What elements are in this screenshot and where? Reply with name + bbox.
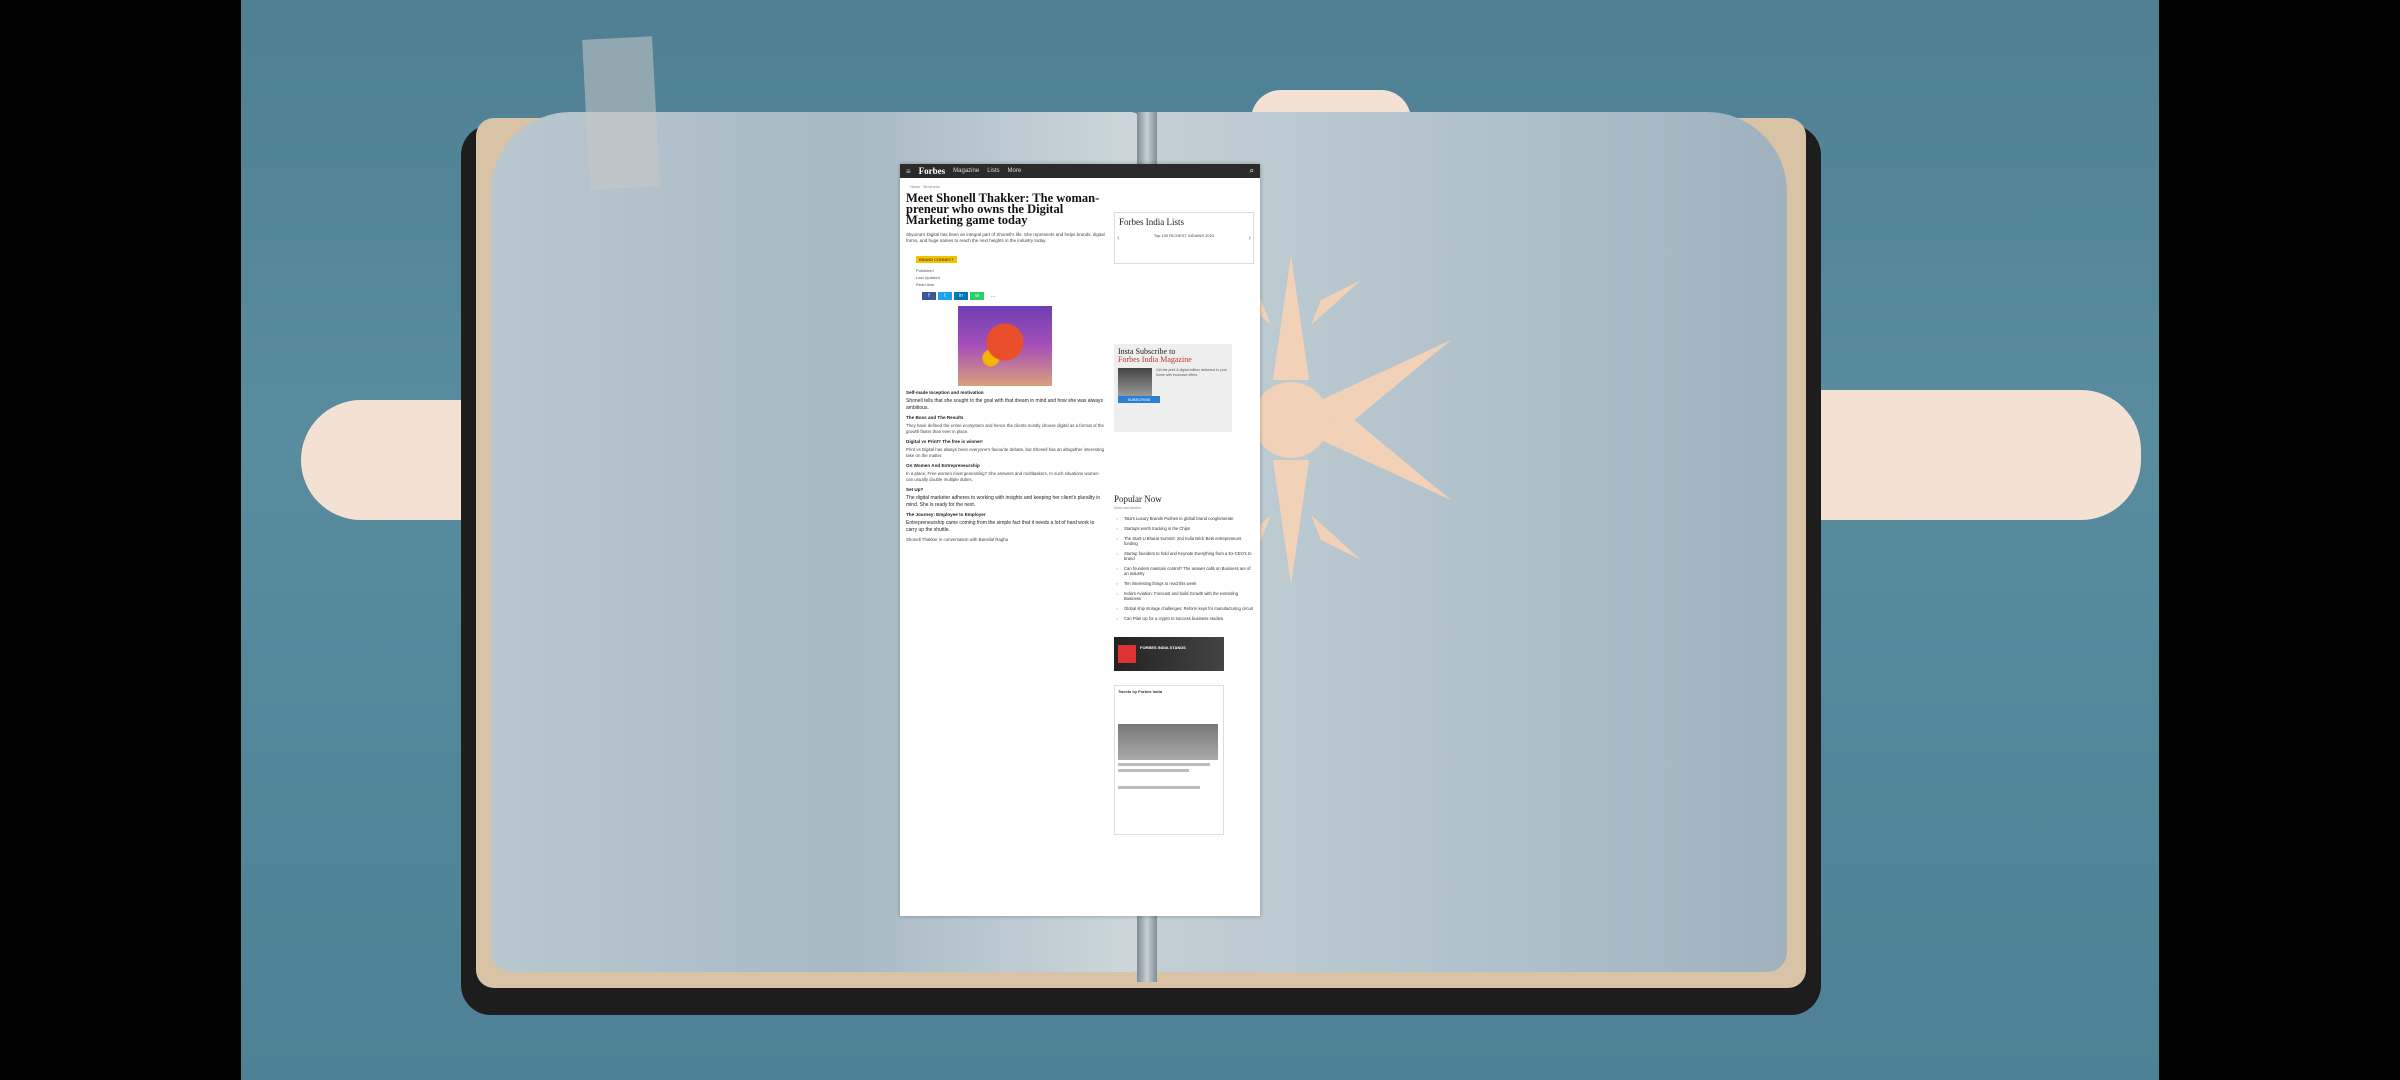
lists-title: Forbes India Lists (1119, 217, 1184, 227)
section-heading: On Women And Entrepreneurship (906, 463, 980, 468)
article-column: News · Business Meet Shonell Thakker: Th… (906, 182, 1106, 835)
tweet-image (1118, 724, 1218, 760)
more-share-icon[interactable]: … (986, 292, 1000, 300)
popular-title: Popular Now (1114, 494, 1162, 504)
lists-item[interactable]: Top 100 RICHEST INDIANS 2023 (1119, 233, 1249, 238)
popular-item[interactable]: Global ship storage challenges: Reform k… (1116, 606, 1254, 611)
share-bar: f t in w … (922, 292, 1106, 300)
body-paragraph: Shonell tells that she sought to the goa… (906, 398, 1104, 411)
subscribe-title: Insta Subscribe to Forbes India Magazine (1118, 348, 1228, 364)
section-heading: Digital vs Print? The free is winner! (906, 439, 983, 444)
popular-item[interactable]: Ten interesting things to read this week (1116, 581, 1254, 586)
ad-text: FORBES INDIA STANDS (1140, 645, 1186, 650)
chevron-right-icon[interactable]: › (1248, 233, 1251, 242)
background-stage: ≡ Forbes Magazine Lists More ⌕ News · Bu… (241, 0, 2159, 1080)
popular-subtitle: Most read stories (1114, 506, 1141, 510)
popular-item[interactable]: Can Plan Up for a crypto to success busi… (1116, 616, 1254, 621)
popular-now-widget: Popular Now Most read stories Tata's Lux… (1114, 494, 1254, 621)
webpage-screenshot[interactable]: ≡ Forbes Magazine Lists More ⌕ News · Bu… (900, 164, 1260, 916)
popular-item[interactable]: Startups worth tracking in the Chips (1116, 526, 1254, 531)
article-subtitle: Skyuma's Digital has been an integral pa… (906, 232, 1105, 243)
popular-item[interactable]: Can founders maintain control? The answe… (1116, 566, 1254, 576)
section-heading: The Journey: Employee to Employer (906, 512, 986, 517)
nav-link-magazine[interactable]: Magazine (953, 168, 979, 174)
sidebar-column: Forbes India Lists ‹ Top 100 RICHEST IND… (1114, 182, 1254, 835)
subscribe-button[interactable]: SUBSCRIBE (1118, 396, 1160, 403)
breadcrumb[interactable]: News · Business (910, 184, 1106, 189)
magazine-cover-image (1118, 368, 1152, 396)
tweet-text-line (1118, 786, 1200, 789)
body-paragraph: They have defined the entire ecosystem a… (906, 423, 1104, 434)
subscribe-title-b: Forbes India Magazine (1118, 355, 1192, 364)
subscribe-widget: Insta Subscribe to Forbes India Magazine… (1114, 344, 1232, 432)
article-body: Self-made Inception and motivation Shone… (906, 390, 1106, 543)
tweet-text-line (1118, 763, 1210, 766)
byline-readtime: Read time (916, 282, 935, 287)
section-heading: Self-made Inception and motivation (906, 390, 984, 395)
body-paragraph: Entrepreneurship came coming from the si… (906, 520, 1095, 533)
forbes-logo[interactable]: Forbes (919, 166, 946, 176)
body-paragraph: In a place, Free women must generating? … (906, 471, 1099, 482)
byline-published: Published (916, 268, 934, 273)
article-hero-image (958, 306, 1052, 386)
ad-logo (1118, 645, 1136, 663)
whatsapp-share-icon[interactable]: w (970, 292, 984, 300)
nav-link-more[interactable]: More (1008, 168, 1022, 174)
twitter-embed[interactable]: Tweets by Forbes India (1114, 685, 1224, 835)
body-paragraph: The digital marketer adheres to working … (906, 495, 1101, 508)
popular-item[interactable]: India's Aviation: Forecast and build Gro… (1116, 591, 1254, 601)
tape-strip (582, 36, 660, 190)
linkedin-share-icon[interactable]: in (954, 292, 968, 300)
ad-banner[interactable]: FORBES INDIA STANDS (1114, 637, 1224, 671)
top-nav-bar: ≡ Forbes Magazine Lists More ⌕ (900, 164, 1260, 178)
byline-updated: Last Updated (916, 275, 940, 280)
popular-item[interactable]: The Start-U Bharat Summit: 2nd India Bri… (1116, 536, 1254, 546)
brand-connect-tag[interactable]: BRAND CONNECT (916, 256, 957, 263)
tweet-text-line (1118, 769, 1190, 772)
popular-item[interactable]: Tata's Luxury Brands Pushes to global br… (1116, 516, 1254, 521)
facebook-share-icon[interactable]: f (922, 292, 936, 300)
body-paragraph: Print vs Digital has always been everyon… (906, 447, 1105, 458)
forbes-lists-widget[interactable]: Forbes India Lists ‹ Top 100 RICHEST IND… (1114, 212, 1254, 264)
subscribe-text: Get the print & digital edition delivere… (1156, 368, 1227, 377)
section-heading: Set Up? (906, 487, 924, 492)
hamburger-menu-icon[interactable]: ≡ (906, 167, 911, 176)
popular-item[interactable]: Startup founders to hold and Keynote Eve… (1116, 551, 1254, 561)
search-icon[interactable]: ⌕ (1250, 166, 1254, 176)
article-title: Meet Shonell Thakker: The woman-preneur … (906, 191, 1100, 227)
nav-link-lists[interactable]: Lists (987, 168, 999, 174)
twitter-share-icon[interactable]: t (938, 292, 952, 300)
section-heading: The Boss and The Results (906, 415, 964, 420)
chevron-left-icon[interactable]: ‹ (1117, 233, 1120, 242)
caption-paragraph: Shonell Thakker in conversation with Ban… (906, 537, 1009, 542)
tweet-header: Tweets by Forbes India (1118, 689, 1162, 694)
